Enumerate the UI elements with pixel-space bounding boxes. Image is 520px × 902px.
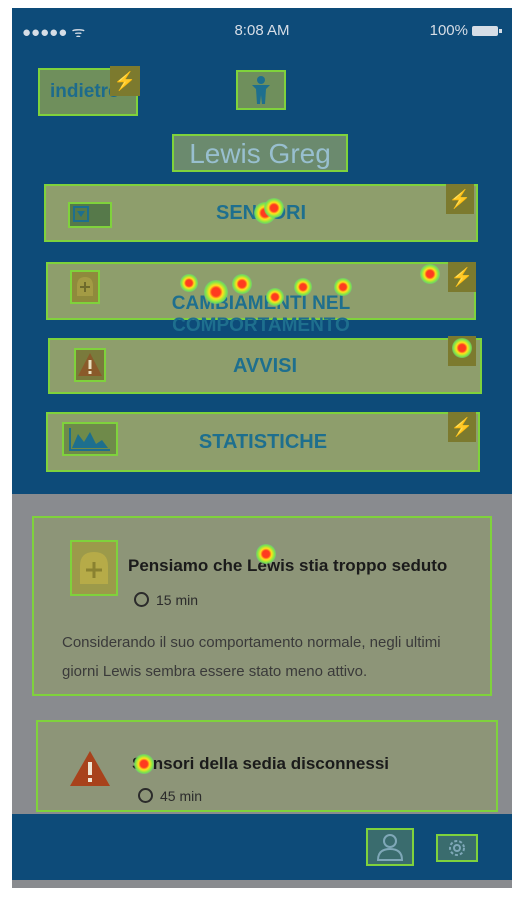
alert-card[interactable]: Sensori della sedia disconnessi 45 min (36, 720, 498, 812)
heatmap-spot (266, 288, 284, 306)
statistics-button-label: STATISTICHE (198, 431, 328, 453)
heatmap-spot (420, 264, 440, 284)
alert-description: Considerando il suo comportamento normal… (62, 634, 441, 680)
heatmap-spot (264, 198, 284, 218)
tab-bar (12, 814, 512, 880)
bolt-icon: ⚡ (448, 262, 476, 292)
heatmap-spot (334, 278, 352, 296)
alerts-button[interactable]: AVVISI (48, 338, 482, 394)
battery-indicator: 100% (430, 22, 502, 39)
bell-plus-icon (70, 540, 118, 596)
heatmap-spot (294, 278, 312, 296)
heatmap-spot (134, 754, 154, 774)
warning-icon (68, 748, 112, 790)
alert-time: 15 min (134, 592, 198, 608)
clock-icon (138, 788, 153, 803)
alert-card[interactable]: Pensiamo che Lewis stia troppo seduto 15… (32, 516, 492, 696)
alert-time: 45 min (138, 788, 202, 804)
battery-icon (472, 26, 502, 37)
header: ●●●●● ᯤ 8:08 AM 100% indietro ⚡ Lewis Gr… (12, 8, 512, 494)
heatmap-spot (180, 274, 198, 292)
heatmap-spot (232, 274, 252, 294)
warning-icon (74, 348, 106, 382)
behavior-changes-button-label: CAMBIAMENTI NEL COMPORTAMENTO (171, 293, 351, 336)
settings-tab-button[interactable] (436, 834, 478, 862)
chart-icon (62, 422, 118, 456)
user-icon-button[interactable] (236, 70, 286, 110)
heatmap-spot (452, 338, 472, 358)
heatmap-spot (256, 544, 276, 564)
sensor-icon (68, 202, 112, 228)
profile-icon (376, 834, 404, 861)
bolt-icon: ⚡ (446, 184, 474, 214)
bolt-icon: ⚡ (448, 412, 476, 442)
phone-screen: ●●●●● ᯤ 8:08 AM 100% indietro ⚡ Lewis Gr… (12, 8, 512, 888)
behavior-changes-button[interactable]: CAMBIAMENTI NEL COMPORTAMENTO (46, 262, 476, 336)
behavior-change-icon (70, 270, 100, 304)
alert-title: Pensiamo che Lewis stia troppo seduto (128, 556, 448, 575)
alerts-button-label: AVVISI (232, 355, 298, 377)
person-icon (252, 76, 270, 104)
clock-icon (134, 592, 149, 607)
page-title: Lewis Greg (172, 134, 348, 172)
alert-title: Sensori della sedia disconnessi (132, 754, 389, 773)
heatmap-spot (204, 280, 228, 304)
settings-icon (449, 840, 465, 856)
status-bar: ●●●●● ᯤ 8:08 AM 100% (12, 22, 512, 42)
profile-tab-button[interactable] (366, 828, 414, 866)
bolt-icon: ⚡ (110, 66, 140, 96)
